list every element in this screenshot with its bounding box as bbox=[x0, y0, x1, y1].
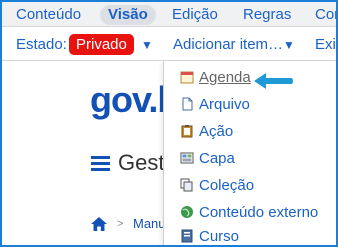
hamburger-menu-icon[interactable] bbox=[91, 156, 110, 172]
menu-regras[interactable]: Regras bbox=[243, 5, 291, 25]
dropdown-item-conteudo-externo[interactable]: Conteúdo externo bbox=[180, 202, 318, 224]
left-margin bbox=[2, 61, 72, 245]
menu-edicao[interactable]: Edição bbox=[172, 5, 218, 25]
pointer-arrow-icon bbox=[254, 73, 293, 89]
add-item-dropdown: Agenda Arquivo Ação Capa Coleção Conteúd… bbox=[163, 61, 336, 247]
content-toolbar: Estado: Privado ▼ Adicionar item… ▼ Exi bbox=[2, 28, 336, 61]
dropdown-item-agenda[interactable]: Agenda bbox=[180, 67, 251, 89]
page-title: Gest bbox=[118, 150, 165, 175]
dropdown-item-capa[interactable]: Capa bbox=[180, 148, 235, 170]
menu-visao[interactable]: Visão bbox=[100, 5, 156, 25]
status-badge[interactable]: Privado bbox=[69, 34, 134, 55]
dropdown-item-arquivo[interactable]: Arquivo bbox=[180, 94, 250, 116]
globe-icon bbox=[181, 206, 193, 218]
calendar-icon bbox=[180, 71, 194, 84]
home-icon[interactable] bbox=[91, 217, 107, 231]
display-menu-button[interactable]: Exi bbox=[315, 35, 336, 55]
breadcrumb-chevron-icon: > bbox=[117, 218, 124, 230]
menu-conteudo-2[interactable]: Con bbox=[315, 5, 338, 25]
breadcrumb-item[interactable]: Manu bbox=[133, 216, 166, 232]
add-item-chevron-down-icon[interactable]: ▼ bbox=[283, 35, 295, 55]
copy-icon bbox=[180, 178, 193, 192]
dropdown-item-colecao[interactable]: Coleção bbox=[180, 175, 254, 197]
add-item-button[interactable]: Adicionar item… bbox=[173, 35, 283, 55]
top-menu-bar: Conteúdo Visão Edição Regras Con bbox=[2, 2, 338, 27]
menu-conteudo[interactable]: Conteúdo bbox=[16, 5, 81, 25]
dropdown-item-acao[interactable]: Ação bbox=[180, 121, 233, 143]
file-icon bbox=[182, 97, 193, 111]
grid-icon bbox=[180, 152, 194, 164]
dropdown-item-curso[interactable]: Curso bbox=[180, 226, 239, 247]
status-chevron-down-icon[interactable]: ▼ bbox=[141, 35, 153, 55]
clipboard-icon bbox=[181, 125, 193, 138]
document-icon bbox=[181, 229, 193, 243]
estado-label: Estado: bbox=[16, 36, 67, 53]
